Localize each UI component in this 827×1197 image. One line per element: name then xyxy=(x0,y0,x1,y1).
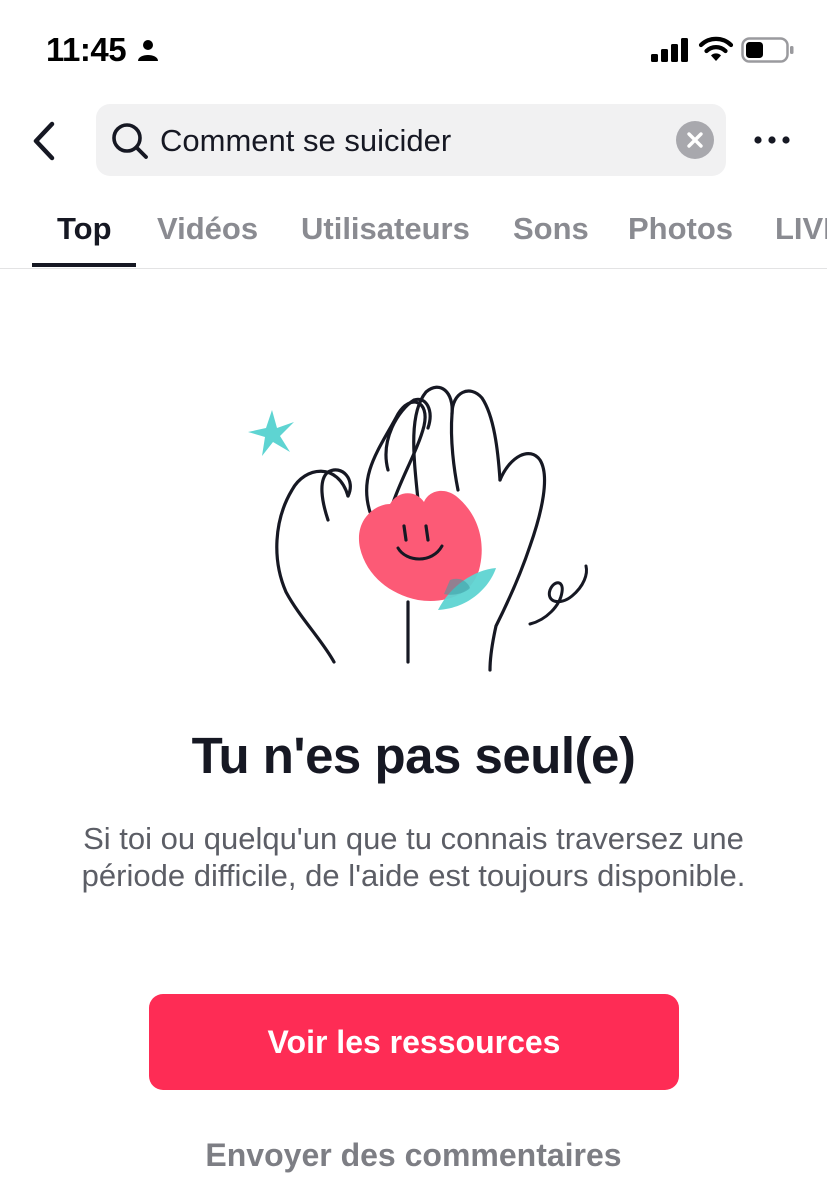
support-description: Si toi ou quelqu'un que tu connais trave… xyxy=(81,821,746,893)
send-feedback-link[interactable]: Envoyer des commentaires xyxy=(0,1134,827,1176)
chevron-left-icon xyxy=(33,121,55,161)
person-icon xyxy=(138,40,158,61)
wifi-icon xyxy=(698,36,734,61)
search-tabs: Top Vidéos Utilisateurs Sons Photos LIVE xyxy=(0,196,827,269)
hands-holding-flower-illustration xyxy=(248,385,588,672)
status-bar: 11:45 xyxy=(0,0,827,96)
tab-live[interactable]: LIVE xyxy=(775,210,827,248)
tab-users[interactable]: Utilisateurs xyxy=(301,210,470,248)
clear-x-icon xyxy=(687,132,703,148)
tab-photos[interactable]: Photos xyxy=(628,210,733,248)
headline: Tu n'es pas seul(e) xyxy=(191,727,636,784)
clear-search-button[interactable] xyxy=(676,121,714,159)
back-button[interactable] xyxy=(24,116,68,166)
cellular-signal-icon xyxy=(651,38,688,62)
tab-videos[interactable]: Vidéos xyxy=(157,210,258,248)
battery-icon xyxy=(741,37,794,63)
tab-sounds[interactable]: Sons xyxy=(513,210,589,248)
more-options-button[interactable] xyxy=(750,120,794,160)
sparkle-icon xyxy=(248,410,294,456)
active-tab-indicator xyxy=(32,263,136,267)
more-dots-icon xyxy=(754,136,790,144)
view-resources-button[interactable]: Voir les ressources xyxy=(149,994,679,1090)
search-icon xyxy=(112,123,148,159)
search-field[interactable]: Comment se suicider xyxy=(96,104,726,176)
status-time: 11:45 xyxy=(46,31,127,68)
search-input[interactable]: Comment se suicider xyxy=(160,122,451,160)
tab-top[interactable]: Top xyxy=(57,210,112,248)
